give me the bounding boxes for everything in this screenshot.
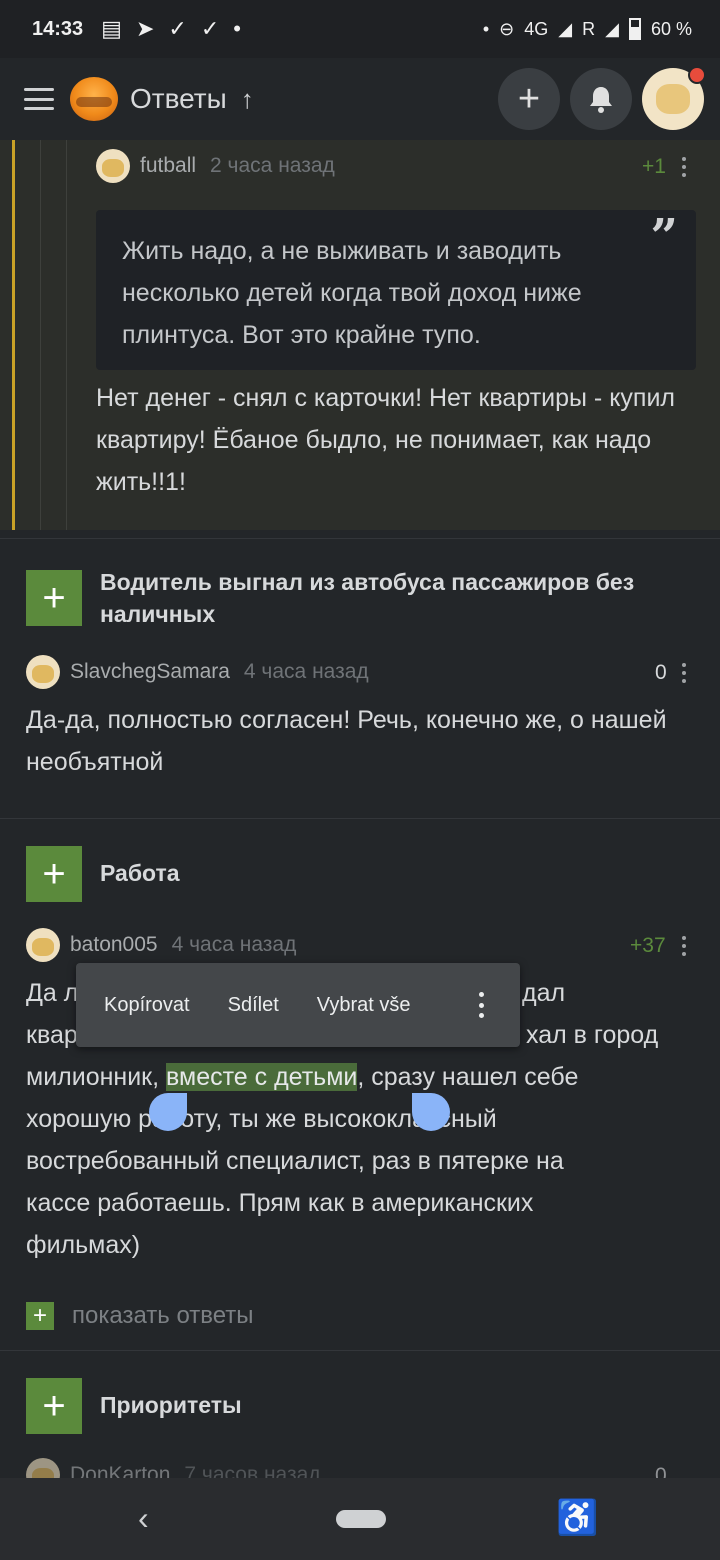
comment-rating: +37 [630, 934, 666, 957]
selection-handle-end[interactable] [412, 1093, 450, 1131]
comment-line: кассе работаешь. Прям как в американских [26, 1189, 534, 1217]
copy-menu-item[interactable]: Kopírovat [104, 994, 190, 1017]
check-icon: ✓ [168, 16, 187, 41]
status-bar: 14:33 ▤ ➤ ✓ ✓ • • ⊖ 4G ◢ R ◢ 60 % [0, 0, 720, 58]
quote-icon: ” [650, 209, 678, 265]
comment-body: Да-да, полностью согласен! Речь, конечно… [26, 706, 667, 776]
battery-level: 60 % [650, 18, 692, 39]
system-nav-bar: ‹ ♿ [0, 1478, 720, 1560]
comment-line: востребованный специалист, раз в пятерке… [26, 1147, 564, 1175]
more-vert-icon[interactable] [479, 992, 484, 1018]
comment-time: 4 часа назад [243, 660, 369, 683]
divider [0, 1350, 720, 1351]
expand-post-button[interactable]: + [26, 1378, 82, 1434]
page-title: Ответы [130, 83, 227, 114]
signal-icon: ◢ [558, 18, 573, 39]
divider [0, 538, 720, 539]
comment-header: futball 2 часа назад [96, 149, 335, 183]
comment-line: фильмах) [26, 1231, 141, 1259]
check-icon: ✓ [200, 16, 220, 41]
post-title[interactable]: Работа [100, 857, 180, 889]
show-replies[interactable]: + показать ответы [26, 1302, 254, 1330]
news-icon: ▤ [101, 16, 122, 41]
comment-line: милионник, вместе с детьми, сразу нашел … [26, 1056, 578, 1098]
bell-icon [590, 87, 612, 113]
roaming-label: R [582, 18, 596, 39]
status-right: • ⊖ 4G ◢ R ◢ 60 % [483, 18, 692, 40]
more-icon[interactable] [682, 663, 686, 683]
quote-text: Жить надо, а не выживать и заводить неск… [122, 237, 582, 349]
telegram-icon: ➤ [135, 16, 155, 41]
comment-line: хал в город [526, 1021, 659, 1049]
home-pill[interactable] [336, 1510, 386, 1528]
select-all-menu-item[interactable]: Vybrat vše [317, 994, 411, 1017]
plus-icon: + [42, 1383, 66, 1428]
thread-line [66, 140, 67, 530]
plus-icon: + [26, 1302, 54, 1330]
notification-icons: ▤ ➤ ✓ ✓ • [101, 16, 241, 42]
comment-author[interactable]: baton005 [70, 933, 158, 957]
selected-text[interactable]: вместе с детьми [166, 1063, 358, 1091]
notifications-button[interactable] [570, 68, 632, 130]
comment-header: SlavchegSamara 4 часа назад [26, 655, 369, 689]
post-title[interactable]: Приоритеты [100, 1389, 242, 1421]
selection-handle-start[interactable] [149, 1093, 187, 1131]
quote-block: ” Жить надо, а не выживать и заводить не… [96, 210, 696, 370]
dot-icon: • [233, 16, 241, 41]
comment-time: 4 часа назад [171, 933, 297, 956]
notification-badge [688, 66, 706, 84]
thread-line [40, 140, 41, 530]
highlight-bar [12, 140, 15, 530]
plus-icon: + [517, 77, 541, 120]
comment-author[interactable]: SlavchegSamara [70, 660, 230, 684]
back-icon[interactable]: ‹ [138, 1500, 149, 1537]
comment-author[interactable]: futball [140, 154, 196, 178]
add-post-button[interactable]: + [498, 68, 560, 130]
dnd-icon: ⊖ [499, 18, 515, 39]
comment-line-start: милионник, [26, 1063, 167, 1091]
network-label: 4G [524, 18, 549, 39]
signal-icon: ◢ [605, 18, 619, 39]
comment-line: Да л [26, 979, 79, 1007]
comment-body: Нет денег - снял с карточки! Нет квартир… [96, 384, 676, 496]
comment-line-end: , сразу нашел себе [357, 1063, 579, 1091]
accessibility-icon[interactable]: ♿ [556, 1498, 598, 1538]
post-title[interactable]: Водитель выгнал из автобуса пассажиров б… [100, 566, 700, 630]
more-icon[interactable] [682, 157, 686, 177]
arrow-up-icon[interactable]: ↑ [241, 84, 254, 115]
show-replies-label: показать ответы [72, 1302, 254, 1329]
expand-post-button[interactable]: + [26, 570, 82, 626]
comment-rating: +1 [642, 155, 666, 178]
comment-rating: 0 [655, 661, 667, 684]
text-selection-menu: Kopírovat Sdílet Vybrat vše [76, 963, 520, 1047]
more-icon[interactable] [682, 936, 686, 956]
expand-post-button[interactable]: + [26, 846, 82, 902]
comment-line: квар [26, 1021, 78, 1049]
divider [0, 818, 720, 819]
share-menu-item[interactable]: Sdílet [228, 994, 279, 1017]
profile-avatar[interactable] [642, 66, 706, 130]
plus-icon: + [42, 575, 66, 620]
pikabu-logo[interactable] [70, 77, 118, 121]
comment-header: baton005 4 часа назад [26, 928, 296, 962]
comment-line: дал [522, 979, 566, 1007]
avatar[interactable] [96, 149, 130, 183]
plus-icon: + [42, 851, 66, 896]
comment-time: 2 часа назад [210, 154, 335, 177]
app-bar: Ответы ↑ + [0, 58, 720, 140]
avatar[interactable] [26, 655, 60, 689]
dot-icon: • [482, 18, 490, 39]
avatar[interactable] [26, 928, 60, 962]
hamburger-icon[interactable] [24, 88, 54, 110]
status-time: 14:33 [32, 17, 84, 40]
battery-icon [628, 18, 641, 40]
